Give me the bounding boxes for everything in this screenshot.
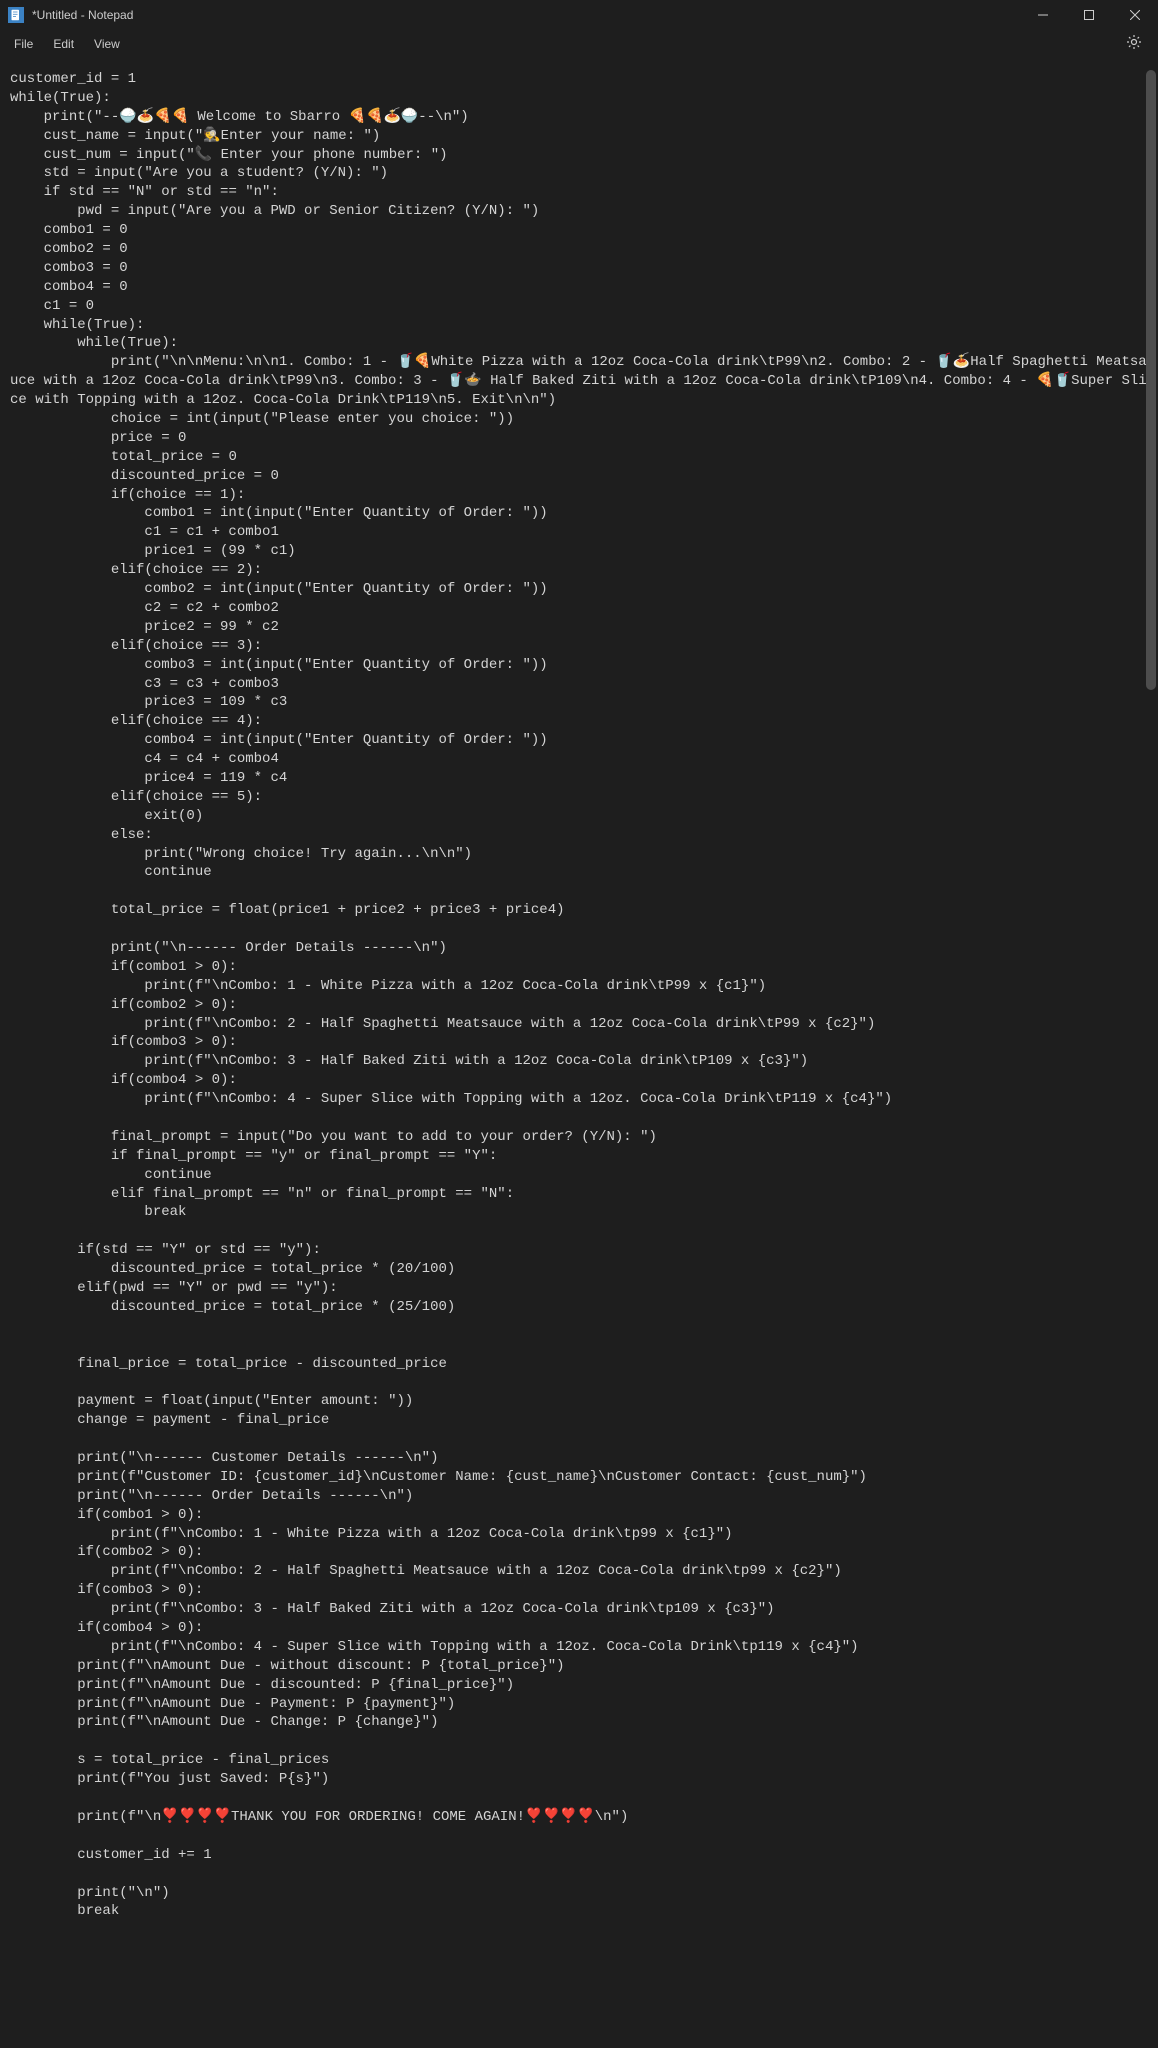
window-title: *Untitled - Notepad: [32, 8, 133, 22]
minimize-button[interactable]: [1020, 0, 1066, 30]
close-button[interactable]: [1112, 0, 1158, 30]
titlebar: *Untitled - Notepad: [0, 0, 1158, 30]
titlebar-left: *Untitled - Notepad: [8, 7, 133, 23]
maximize-button[interactable]: [1066, 0, 1112, 30]
menu-file[interactable]: File: [4, 33, 43, 55]
menubar: File Edit View: [0, 30, 1158, 58]
code-text[interactable]: customer_id = 1 while(True): print("--🍚🍝…: [0, 58, 1158, 1933]
window-controls: [1020, 0, 1158, 30]
menu-view[interactable]: View: [84, 33, 130, 55]
menu-edit[interactable]: Edit: [43, 33, 84, 55]
scrollbar-track[interactable]: [1146, 70, 1156, 2036]
editor-area[interactable]: customer_id = 1 while(True): print("--🍚🍝…: [0, 58, 1158, 2048]
notepad-app-icon: [8, 7, 24, 23]
scrollbar-thumb[interactable]: [1146, 70, 1156, 690]
settings-gear-icon[interactable]: [1118, 30, 1150, 59]
